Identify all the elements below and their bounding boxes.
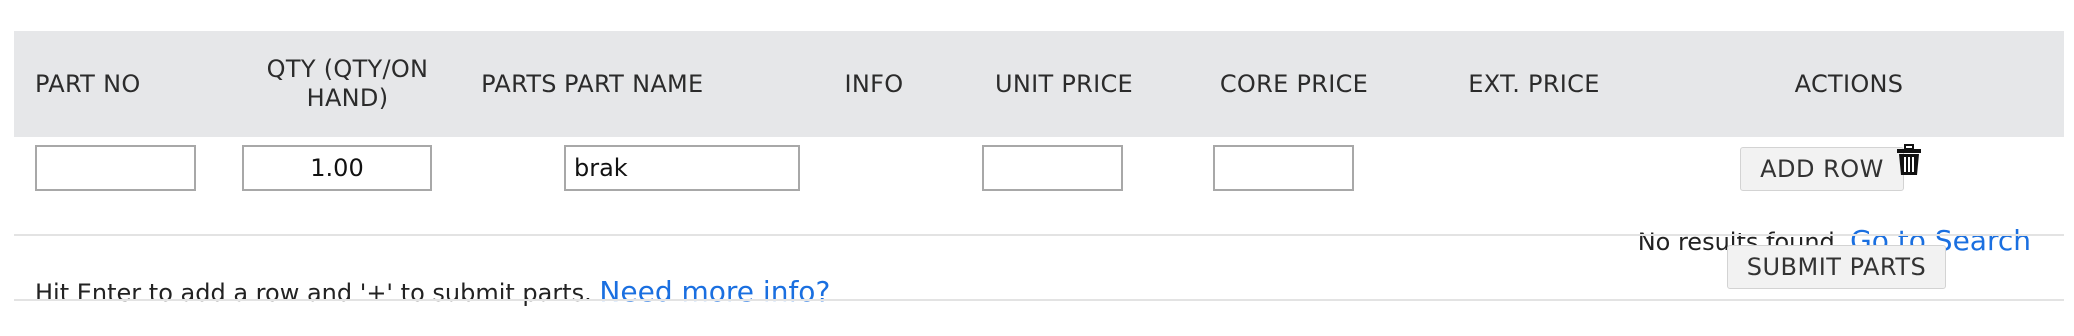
add-row-button[interactable]: ADD ROW	[1740, 147, 1904, 191]
footer-divider	[14, 299, 2064, 301]
trash-icon-graphic	[1897, 144, 1921, 175]
unit-price-input[interactable]	[982, 145, 1123, 191]
parts-entry-table: PART NO QTY (QTY/ON HAND) PARTS PART NAM…	[14, 31, 2064, 308]
row-divider	[14, 234, 2064, 236]
part-name-input[interactable]	[564, 145, 800, 191]
column-header-info: INFO	[844, 69, 904, 98]
need-more-info-link[interactable]: Need more info?	[599, 275, 830, 308]
footer-hint: Hit Enter to add a row and '+' to submit…	[35, 275, 830, 308]
column-header-part-no: PART NO	[35, 69, 141, 98]
footer-hint-text: Hit Enter to add a row and '+' to submit…	[35, 279, 592, 307]
table-header: PART NO QTY (QTY/ON HAND) PARTS PART NAM…	[14, 31, 2064, 137]
part-no-input[interactable]	[35, 145, 196, 191]
column-header-part-name: PART NAME	[564, 69, 704, 98]
column-header-actions: ACTIONS	[1794, 69, 1904, 98]
core-price-input[interactable]	[1213, 145, 1354, 191]
qty-input[interactable]	[242, 145, 432, 191]
submit-parts-button[interactable]: SUBMIT PARTS	[1727, 245, 1946, 289]
column-header-parts: PARTS	[481, 69, 557, 98]
column-header-qty: QTY (QTY/ON HAND)	[266, 55, 429, 112]
column-header-unit-price: UNIT PRICE	[994, 69, 1134, 98]
column-header-ext-price: EXT. PRICE	[1468, 69, 1600, 98]
trash-icon[interactable]	[1896, 144, 1922, 176]
column-header-core-price: CORE PRICE	[1219, 69, 1369, 98]
